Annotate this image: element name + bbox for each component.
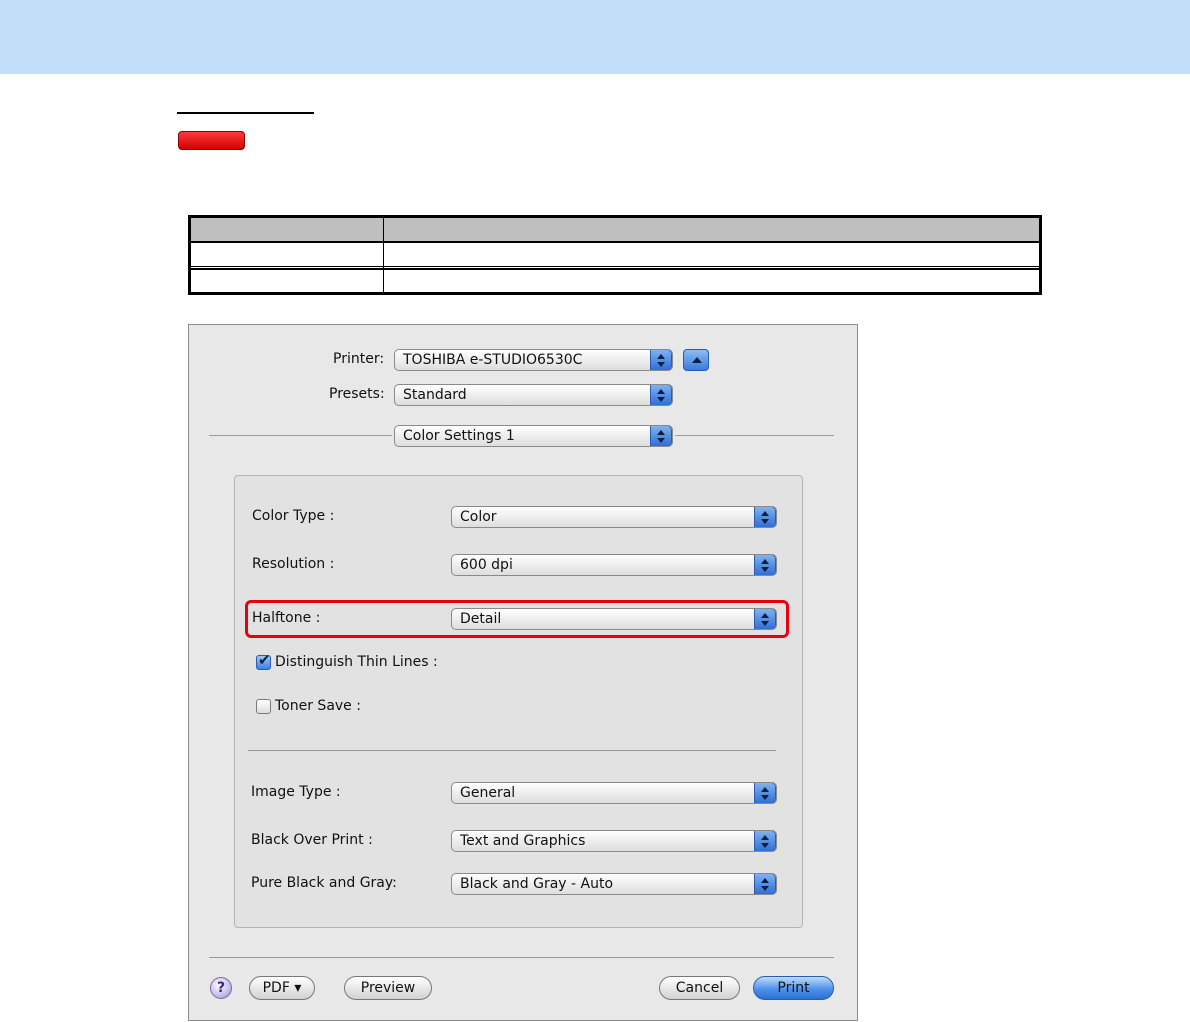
image-type-value: General bbox=[460, 785, 516, 801]
table-column-divider bbox=[383, 218, 384, 292]
halftone-label: Halftone : bbox=[252, 610, 321, 626]
print-button[interactable]: Print bbox=[753, 976, 834, 1000]
footer-separator bbox=[209, 957, 834, 958]
popup-arrows-icon bbox=[650, 385, 672, 405]
table-row-divider bbox=[191, 266, 1039, 267]
print-dialog: Printer: TOSHIBA e-STUDIO6530C Presets: … bbox=[188, 324, 858, 1021]
red-label-tag bbox=[178, 131, 245, 150]
settings-divider bbox=[248, 750, 776, 751]
spec-table bbox=[188, 215, 1042, 295]
thin-lines-checkbox[interactable] bbox=[256, 651, 271, 670]
printer-popup[interactable]: TOSHIBA e-STUDIO6530C bbox=[394, 349, 673, 371]
halftone-popup[interactable]: Detail bbox=[451, 608, 777, 630]
resolution-value: 600 dpi bbox=[460, 557, 513, 573]
popup-arrows-icon bbox=[754, 555, 776, 575]
black-over-print-value: Text and Graphics bbox=[460, 833, 586, 849]
page-header-bar bbox=[0, 0, 1190, 74]
toner-save-checkbox[interactable] bbox=[256, 699, 271, 714]
color-type-label: Color Type : bbox=[252, 508, 335, 524]
popup-arrows-icon bbox=[754, 874, 776, 894]
presets-value: Standard bbox=[403, 387, 467, 403]
thin-lines-label: Distinguish Thin Lines : bbox=[275, 654, 438, 670]
resolution-popup[interactable]: 600 dpi bbox=[451, 554, 777, 576]
separator-line bbox=[209, 435, 392, 436]
pure-black-gray-value: Black and Gray - Auto bbox=[460, 876, 614, 892]
popup-arrows-icon bbox=[754, 609, 776, 629]
separator-line bbox=[675, 435, 834, 436]
panel-selector-value: Color Settings 1 bbox=[403, 428, 515, 444]
color-type-value: Color bbox=[460, 509, 497, 525]
popup-arrows-icon bbox=[650, 426, 672, 446]
heading-underline bbox=[177, 112, 314, 114]
image-type-label: Image Type : bbox=[251, 784, 341, 800]
popup-arrows-icon bbox=[754, 507, 776, 527]
presets-label: Presets: bbox=[329, 386, 385, 402]
table-row-divider bbox=[191, 268, 1039, 270]
halftone-value: Detail bbox=[460, 611, 502, 627]
pure-black-gray-popup[interactable]: Black and Gray - Auto bbox=[451, 873, 777, 895]
image-type-popup[interactable]: General bbox=[451, 782, 777, 804]
printer-label: Printer: bbox=[333, 351, 385, 367]
settings-panel: Color Type : Color Resolution : 600 dpi … bbox=[234, 475, 803, 928]
printer-value: TOSHIBA e-STUDIO6530C bbox=[403, 352, 583, 368]
toner-save-label: Toner Save : bbox=[275, 698, 361, 714]
popup-arrows-icon bbox=[754, 783, 776, 803]
popup-arrows-icon bbox=[650, 350, 672, 370]
black-over-print-label: Black Over Print : bbox=[251, 832, 373, 848]
resolution-label: Resolution : bbox=[252, 556, 335, 572]
pdf-menu-button[interactable]: PDF ▾ bbox=[249, 976, 315, 1000]
color-type-popup[interactable]: Color bbox=[451, 506, 777, 528]
popup-arrows-icon bbox=[754, 831, 776, 851]
presets-popup[interactable]: Standard bbox=[394, 384, 673, 406]
pure-black-gray-label: Pure Black and Gray: bbox=[251, 875, 397, 891]
panel-selector-popup[interactable]: Color Settings 1 bbox=[394, 425, 673, 447]
black-over-print-popup[interactable]: Text and Graphics bbox=[451, 830, 777, 852]
cancel-button[interactable]: Cancel bbox=[659, 976, 740, 1000]
table-header-row bbox=[191, 218, 1039, 243]
collapse-details-button[interactable] bbox=[683, 349, 709, 371]
help-icon[interactable]: ? bbox=[210, 977, 232, 999]
preview-button[interactable]: Preview bbox=[344, 976, 432, 1000]
